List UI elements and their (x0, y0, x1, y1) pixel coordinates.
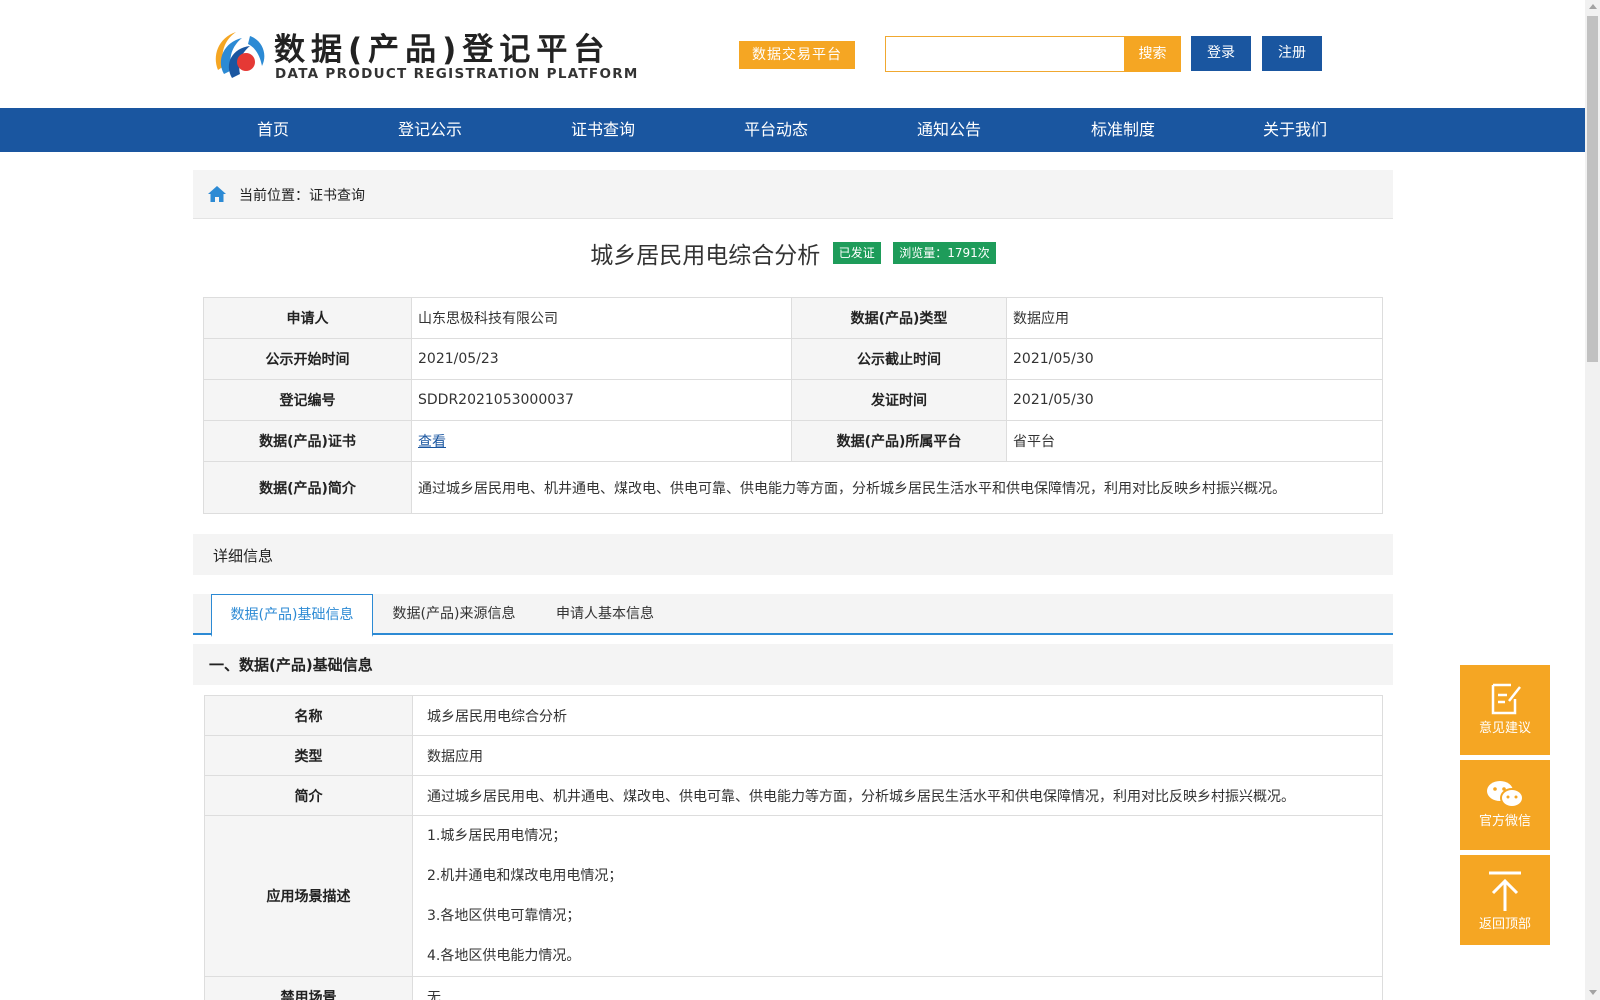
issue-date-value: 2021/05/30 (1006, 379, 1383, 421)
nav-item-about-us[interactable]: 关于我们 (1235, 108, 1355, 152)
table-row: 禁用场景 无 (204, 976, 1383, 1000)
tab-source-info[interactable]: 数据(产品)来源信息 (373, 594, 535, 635)
nav-item-standards[interactable]: 标准制度 (1063, 108, 1183, 152)
table-row: 类型 数据应用 (204, 735, 1383, 776)
nav-item-home[interactable]: 首页 (213, 108, 333, 152)
view-certificate-link[interactable]: 查看 (418, 434, 446, 450)
table-row: 申请人 山东思极科技有限公司 数据(产品)类型 数据应用 (203, 297, 1383, 339)
tab-basic-info[interactable]: 数据(产品)基础信息 (211, 594, 373, 637)
table-row: 简介 通过城乡居民用电、机井通电、煤改电、供电可靠、供电能力等方面，分析城乡居民… (204, 775, 1383, 816)
scroll-up-icon[interactable] (1589, 4, 1597, 9)
product-type-label: 数据(产品)类型 (791, 297, 1007, 339)
breadcrumb: 当前位置：证书查询 (193, 170, 1393, 219)
type-value: 数据应用 (412, 735, 1383, 776)
list-item: 1.城乡居民用电情况； (427, 828, 567, 844)
site-header: 数据(产品)登记平台 DATA PRODUCT REGISTRATION PLA… (0, 0, 1585, 108)
table-row: 公示开始时间 2021/05/23 公示截止时间 2021/05/30 (203, 338, 1383, 380)
list-item: 3.各地区供电可靠情况； (427, 908, 581, 924)
arrow-up-icon (1489, 871, 1521, 911)
section-header: 一、数据(产品)基础信息 (193, 644, 1393, 685)
registration-number-label: 登记编号 (203, 379, 412, 421)
product-intro-label: 数据(产品)简介 (203, 461, 412, 514)
search-input[interactable] (885, 36, 1125, 72)
logo-swirl-icon (215, 32, 265, 78)
logo-subtitle: DATA PRODUCT REGISTRATION PLATFORM (275, 66, 639, 82)
section-title: 一、数据(产品)基础信息 (209, 656, 373, 674)
platform-value: 省平台 (1006, 420, 1383, 462)
intro-value: 通过城乡居民用电、机井通电、煤改电、供电可靠、供电能力等方面，分析城乡居民生活水… (412, 775, 1383, 816)
publicity-end-label: 公示截止时间 (791, 338, 1007, 380)
table-row: 应用场景描述 1.城乡居民用电情况； 2.机井通电和煤改电用电情况； 3.各地区… (204, 815, 1383, 977)
applicant-label: 申请人 (203, 297, 412, 339)
name-label: 名称 (204, 695, 413, 736)
issue-date-label: 发证时间 (791, 379, 1007, 421)
detail-info-title: 详细信息 (213, 547, 274, 565)
table-row: 数据(产品)证书 查看 数据(产品)所属平台 省平台 (203, 420, 1383, 462)
wechat-label: 官方微信 (1478, 814, 1531, 829)
back-to-top-button[interactable]: 返回顶部 (1460, 855, 1550, 945)
wechat-icon (1487, 781, 1524, 808)
data-exchange-button[interactable]: 数据交易平台 (739, 41, 855, 69)
scene-label: 应用场景描述 (204, 815, 413, 977)
certificate-cell: 查看 (411, 420, 792, 462)
basic-info-table: 名称 城乡居民用电综合分析 类型 数据应用 简介 通过城乡居民用电、机井通电、煤… (204, 695, 1383, 1000)
publicity-end-value: 2021/05/30 (1006, 338, 1383, 380)
scene-value: 1.城乡居民用电情况； 2.机井通电和煤改电用电情况； 3.各地区供电可靠情况；… (412, 815, 1383, 977)
table-row: 数据(产品)简介 通过城乡居民用电、机井通电、煤改电、供电可靠、供电能力等方面，… (203, 461, 1383, 514)
scroll-thumb[interactable] (1587, 16, 1598, 362)
feedback-button[interactable]: 意见建议 (1460, 665, 1550, 755)
register-button[interactable]: 注册 (1262, 36, 1322, 71)
scroll-down-icon[interactable] (1589, 990, 1597, 995)
registration-number-value: SDDR2021053000037 (411, 379, 792, 421)
product-title-row: 城乡居民用电综合分析 已发证 浏览量：1791次 (193, 236, 1393, 272)
status-badge: 已发证 (832, 242, 881, 264)
table-row: 名称 城乡居民用电综合分析 (204, 695, 1383, 736)
certificate-label: 数据(产品)证书 (203, 420, 412, 462)
intro-label: 简介 (204, 775, 413, 816)
list-item: 4.各地区供电能力情况。 (427, 948, 581, 964)
nav-item-announcements[interactable]: 通知公告 (889, 108, 1009, 152)
banned-scene-value: 无 (412, 976, 1383, 1000)
detail-tabs: 数据(产品)基础信息 数据(产品)来源信息 申请人基本信息 (193, 594, 1393, 637)
type-label: 类型 (204, 735, 413, 776)
page-scrollbar[interactable] (1585, 0, 1600, 1000)
summary-table: 申请人 山东思极科技有限公司 数据(产品)类型 数据应用 公示开始时间 2021… (203, 297, 1383, 514)
applicant-value: 山东思极科技有限公司 (411, 297, 792, 339)
list-item: 2.机井通电和煤改电用电情况； (427, 868, 623, 884)
views-badge: 浏览量：1791次 (893, 242, 996, 264)
publicity-start-value: 2021/05/23 (411, 338, 792, 380)
back-to-top-label: 返回顶部 (1478, 917, 1531, 932)
table-row: 登记编号 SDDR2021053000037 发证时间 2021/05/30 (203, 379, 1383, 421)
product-intro-value: 通过城乡居民用电、机井通电、煤改电、供电可靠、供电能力等方面，分析城乡居民生活水… (411, 461, 1383, 514)
breadcrumb-text: 当前位置：证书查询 (239, 188, 365, 204)
logo-title: 数据(产品)登记平台 (274, 32, 611, 68)
detail-info-header: 详细信息 (193, 534, 1393, 575)
product-type-value: 数据应用 (1006, 297, 1383, 339)
platform-label: 数据(产品)所属平台 (791, 420, 1007, 462)
login-button[interactable]: 登录 (1191, 36, 1251, 71)
site-logo[interactable]: 数据(产品)登记平台 DATA PRODUCT REGISTRATION PLA… (210, 24, 637, 86)
nav-item-platform-news[interactable]: 平台动态 (716, 108, 836, 152)
edit-note-icon (1491, 683, 1521, 715)
nav-item-certificate-query[interactable]: 证书查询 (543, 108, 663, 152)
banned-scene-label: 禁用场景 (204, 976, 413, 1000)
home-icon[interactable] (207, 184, 227, 204)
main-nav: 首页 登记公示 证书查询 平台动态 通知公告 标准制度 关于我们 (0, 108, 1585, 152)
name-value: 城乡居民用电综合分析 (412, 695, 1383, 736)
tab-applicant-info[interactable]: 申请人基本信息 (535, 594, 675, 635)
nav-item-registration-notice[interactable]: 登记公示 (370, 108, 490, 152)
search-button[interactable]: 搜索 (1124, 36, 1181, 72)
page-title: 城乡居民用电综合分析 (590, 243, 821, 269)
feedback-label: 意见建议 (1478, 721, 1531, 736)
publicity-start-label: 公示开始时间 (203, 338, 412, 380)
wechat-button[interactable]: 官方微信 (1460, 760, 1550, 850)
